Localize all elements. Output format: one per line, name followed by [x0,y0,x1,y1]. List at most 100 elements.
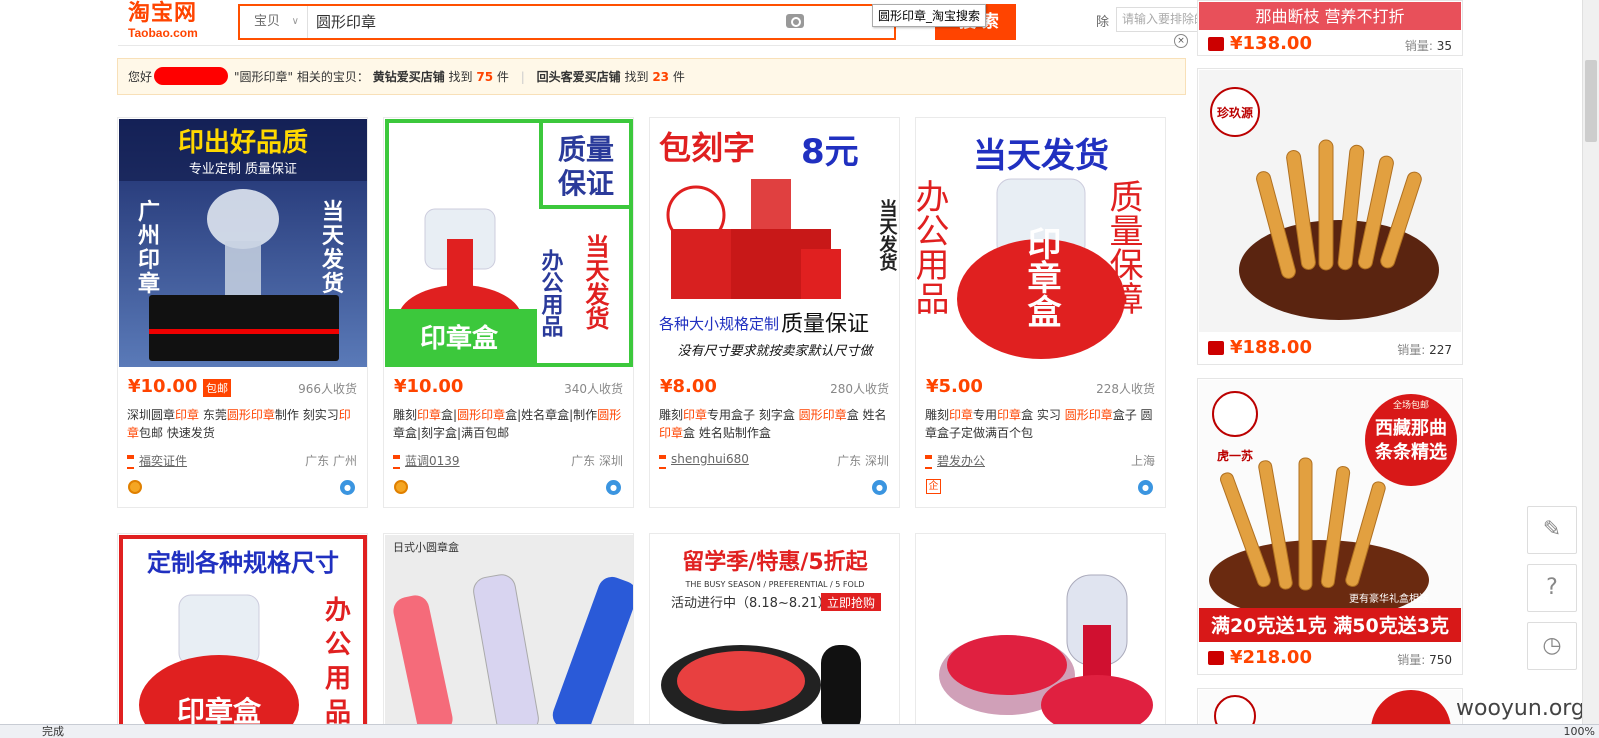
product-image[interactable]: 日式小圆章盒 [385,535,633,733]
free-shipping-badge: 包邮 [203,379,231,397]
shop-link[interactable]: shenghui680 [659,452,749,469]
img-text: 当天发货 [877,198,899,272]
product-card[interactable]: 印出好品质 专业定制 质量保证 广 州 印 章 当 天 发 货 ¥10.00 包… [117,117,368,508]
category-select[interactable]: 宝贝 ∨ [240,6,308,38]
product-price: ¥5.00 [926,376,983,397]
ad-image[interactable]: 那曲断枝 营养不打折 [1199,2,1461,30]
product-card[interactable]: 留学季/特惠/5折起 THE BUSY SEASON / PREFERENTIA… [649,533,900,733]
shop-location: 上海 [1130,454,1155,468]
shop-type-returning[interactable]: 回头客爱买店铺 [537,70,621,84]
product-title[interactable]: 深圳圆章印章 东莞圆形印章制作 刻实习印章包邮 快速发货 [127,406,359,444]
camera-icon[interactable] [786,14,804,28]
ad-card[interactable]: 珍玖源 ¥188.00 销量: 227 [1197,68,1463,365]
scrollbar-thumb[interactable] [1585,60,1597,142]
status-bar: 完成 100% [0,724,1599,738]
img-text: 满20克送1克 满50克送3克 [1211,614,1449,637]
title-highlight: 圆形印章 [1064,408,1113,422]
ad-image[interactable]: 虎一苏 全场包邮 西藏那曲 条条精选 更有豪华礼盒相送 满20克送1克 满50克… [1199,380,1461,642]
sold-count: 340人收货 [564,382,623,396]
img-text: 当天发货 [581,234,610,331]
product-image[interactable]: 当天发货 办公用品 质量保障 印章盒 [917,119,1165,367]
img-text: 印出好品质 [178,128,308,158]
ad-price: ¥138.00 [1230,33,1312,54]
title-part: 盒|姓名章盒|制作 [505,408,598,422]
img-text: 州 [138,224,160,249]
product-card[interactable]: 质量 保证 印章盒 办公用品 当天发货 ¥10.00 340人收货 雕刻印章盒|… [383,117,634,508]
ad-card[interactable]: 那曲断枝 营养不打折 ¥138.00 销量: 35 [1197,0,1463,56]
img-text: 全场包邮 [1393,399,1429,411]
search-input[interactable]: 圆形印章 [316,6,376,38]
product-image[interactable]: 包刻字 8元 当天发货 各种大小规格定制 质量保证 没有尺寸要求就按卖家默认尺寸… [651,119,899,367]
img-text: 更有豪华礼盒相送 [1349,592,1429,605]
shopping-bag-icon [1208,341,1224,355]
product-card[interactable]: 日式小圆章盒 [383,533,634,733]
img-text: 留学季/特惠/5折起 [682,549,868,575]
product-card[interactable]: 包刻字 8元 当天发货 各种大小规格定制 质量保证 没有尺寸要求就按卖家默认尺寸… [649,117,900,508]
product-image[interactable]: 留学季/特惠/5折起 THE BUSY SEASON / PREFERENTIA… [651,535,899,733]
zoom-level[interactable]: 100% [1564,725,1595,738]
product-title[interactable]: 雕刻印章专用盒子 刻字盒 圆形印章盒 姓名印章盒 姓名贴制作盒 [659,406,891,444]
shopping-bag-icon [1208,37,1224,51]
vertical-scrollbar[interactable] [1582,0,1599,724]
shop-location: 广东 深圳 [571,454,623,468]
shop-link[interactable]: 福奕证件 [127,452,187,469]
ad-card[interactable]: 虎一苏 全场包邮 西藏那曲 条条精选 更有豪华礼盒相送 满20克送1克 满50克… [1197,378,1463,675]
img-text: 印章盒 [1021,226,1061,328]
taobao-logo[interactable]: 淘宝网 Taobao.com [128,1,228,41]
logo-cn: 淘宝网 [128,1,198,26]
ad-image[interactable] [1199,690,1461,727]
sold-count: 280人收货 [830,382,889,396]
header: 淘宝网 Taobao.com 宝贝 ∨ 圆形印章 搜 索 除 请输入要排除的词 … [118,0,1296,46]
title-highlight: 印章 [997,408,1022,422]
product-title[interactable]: 雕刻印章专用印章盒 实习 圆形印章盒子 圆章盒子定做满百个包 [925,406,1157,444]
product-image[interactable]: 印出好品质 专业定制 质量保证 广 州 印 章 当 天 发 货 [119,119,367,367]
search-box: 宝贝 ∨ 圆形印章 搜 索 [238,4,1016,40]
sales-label: 销量: [1397,653,1426,667]
close-icon[interactable]: × [1174,34,1188,48]
wangwang-chat-icon[interactable]: ● [606,480,621,495]
wangwang-chat-icon[interactable]: ● [872,480,887,495]
help-icon[interactable]: ? [1527,564,1577,612]
product-image[interactable]: 质量 保证 印章盒 办公用品 当天发货 [385,119,633,367]
title-highlight: 圆形印章 [457,408,506,422]
img-text: 印章盒 [420,323,499,354]
unit-label: 件 [496,70,509,84]
title-part: 制作 刻实习 [274,408,339,422]
feedback-edit-icon[interactable]: ✎ [1527,506,1577,554]
product-title[interactable]: 雕刻印章盒|圆形印章盒|姓名章盒|制作圆形章盒|刻字盒|满百包邮 [393,406,625,444]
shop-link[interactable]: 蓝调0139 [393,452,460,469]
img-text: 质量 [558,133,614,166]
ad-image[interactable]: 珍玖源 [1199,70,1461,332]
shop-type-vip[interactable]: 黄钻爱买店铺 [373,70,445,84]
info-bar: 您好 "圆形印章" 相关的宝贝： 黄钻爱买店铺 找到 75 件 | 回头客爱买店铺… [117,58,1186,95]
product-image[interactable]: 定制各种规格尺寸 印章盒 办 公 用 品 [119,535,367,733]
sales-count: 35 [1436,39,1452,53]
img-text: 广 [138,199,160,225]
found-label: 找到 [624,70,649,84]
category-label: 宝贝 [254,14,281,29]
img-text: 日式小圆章盒 [393,540,459,554]
title-part: 盒 姓名贴制作盒 [683,426,771,440]
info-text: "圆形印章" 相关的宝贝： [234,70,369,84]
product-card[interactable] [915,533,1166,733]
ad-card[interactable] [1197,688,1463,728]
title-part: 雕刻 [925,408,950,422]
watermark: wooyun.org [1456,696,1585,721]
product-image[interactable] [917,535,1165,733]
product-card[interactable]: 当天发货 办公用品 质量保障 印章盒 ¥5.00 228人收货 雕刻印章专用印章… [915,117,1166,508]
sales-label: 销量: [1404,39,1433,53]
title-part: 深圳圆章 [127,408,176,422]
product-price: ¥10.00 [394,376,464,397]
wangwang-chat-icon[interactable]: ● [340,480,355,495]
enterprise-icon: 企 [926,479,941,494]
taobao-search-page: 淘宝网 Taobao.com 宝贝 ∨ 圆形印章 搜 索 除 请输入要排除的词 … [0,0,1599,738]
ad-price: ¥218.00 [1230,647,1312,668]
history-clock-icon[interactable]: ◷ [1527,622,1577,670]
shop-link[interactable]: 碧发办公 [925,452,985,469]
title-highlight: 印章 [175,408,200,422]
wangwang-chat-icon[interactable]: ● [1138,480,1153,495]
product-card[interactable]: 定制各种规格尺寸 印章盒 办 公 用 品 [117,533,368,733]
img-text: 发 [321,247,345,273]
title-part: 专用盒子 刻字盒 [707,408,799,422]
img-text: 天 [322,224,345,249]
